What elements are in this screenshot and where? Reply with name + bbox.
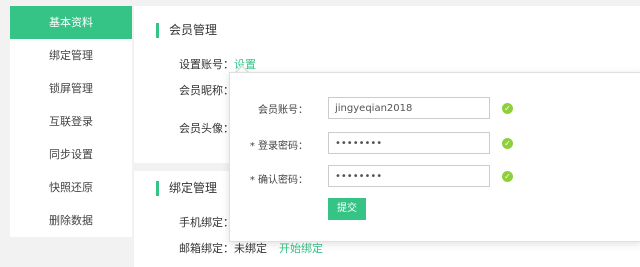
sidebar-item-delete-data[interactable]: 删除数据	[10, 204, 132, 237]
popup-password-label: * 登录密码：	[249, 141, 308, 152]
email-binding-label: 邮箱绑定：	[179, 242, 234, 255]
password-input[interactable]	[328, 132, 490, 154]
submit-button[interactable]: 提交	[328, 198, 366, 220]
account-input[interactable]	[328, 97, 490, 119]
email-binding-row: 邮箱绑定：未绑定 开始绑定	[179, 240, 323, 256]
member-section-title: 会员管理	[156, 23, 217, 38]
sidebar-item-lock-screen[interactable]: 锁屏管理	[10, 72, 132, 105]
sidebar-item-connected-login[interactable]: 互联登录	[10, 105, 132, 138]
start-binding-link[interactable]: 开始绑定	[279, 242, 323, 255]
sidebar-item-sync-settings[interactable]: 同步设置	[10, 138, 132, 171]
phone-binding-label: 手机绑定：	[179, 216, 234, 229]
sidebar-item-binding[interactable]: 绑定管理	[10, 39, 132, 72]
account-label: 设置账号：	[179, 58, 234, 71]
check-circle-icon: ✓	[502, 103, 513, 114]
avatar-label: 会员头像：	[179, 122, 234, 135]
sidebar-item-snapshot-restore[interactable]: 快照还原	[10, 171, 132, 204]
binding-section-title: 绑定管理	[156, 181, 217, 196]
confirm-password-input[interactable]	[328, 165, 490, 187]
account-setup-popup: 会员账号： ✓ * 登录密码： ✓ * 确认密码： ✓ 提交	[229, 72, 640, 242]
email-binding-status: 未绑定	[234, 242, 267, 255]
nickname-label: 会员昵称：	[179, 84, 234, 97]
check-circle-icon: ✓	[502, 171, 513, 182]
sidebar: 基本资料 绑定管理 锁屏管理 互联登录 同步设置 快照还原 删除数据	[10, 6, 132, 237]
popup-confirm-label: * 确认密码：	[249, 175, 308, 186]
popup-account-label: 会员账号：	[258, 105, 308, 116]
sidebar-item-basic-info[interactable]: 基本资料	[10, 6, 132, 39]
check-circle-icon: ✓	[502, 138, 513, 149]
